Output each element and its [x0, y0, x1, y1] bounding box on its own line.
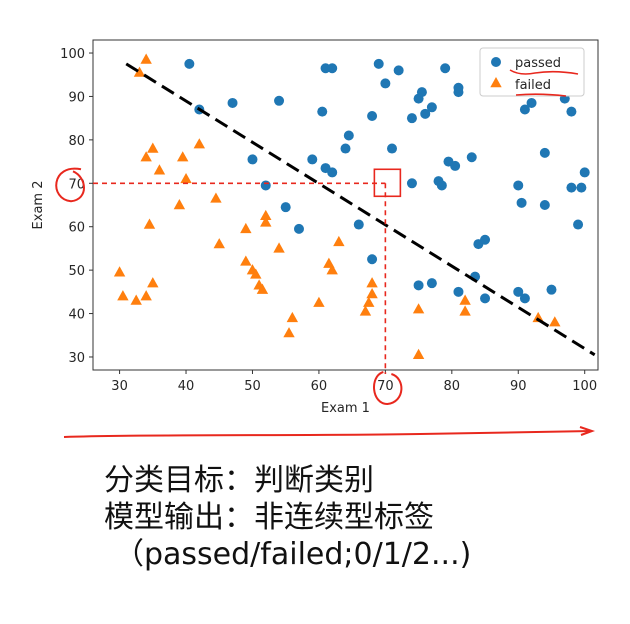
data-point-passed	[526, 97, 537, 108]
caption: 分类目标：判断类别 模型输出：非连续型标签 （passed/failed;0/1…	[104, 462, 471, 573]
y-tick-label: 90	[68, 90, 85, 105]
x-tick-label: 70	[377, 379, 394, 394]
data-point-passed	[367, 110, 378, 121]
caption-line-labels: （passed/failed;0/1/2...)	[114, 537, 472, 572]
y-tick-label: 80	[68, 134, 85, 149]
x-tick-label: 60	[311, 379, 328, 394]
data-point-passed	[343, 130, 354, 141]
y-tick-label: 30	[68, 351, 85, 366]
legend-label-failed: failed	[515, 78, 551, 93]
data-point-passed	[413, 280, 424, 291]
data-point-passed	[480, 293, 491, 304]
y-tick-label: 50	[68, 264, 85, 279]
data-point-passed	[566, 182, 577, 193]
data-point-passed	[539, 147, 550, 158]
data-point-passed	[436, 180, 447, 191]
data-point-passed	[579, 167, 590, 178]
data-point-passed	[480, 234, 491, 245]
data-point-passed	[317, 106, 328, 117]
data-point-passed	[453, 286, 464, 297]
data-point-passed	[247, 154, 258, 165]
x-axis-label: Exam 1	[321, 401, 370, 416]
data-point-passed	[453, 82, 464, 93]
scatter-chart: 30 40 50 60 70 80 90 10030405060708090100Exam 1…	[31, 39, 599, 438]
y-tick-label: 100	[60, 47, 85, 62]
data-point-passed	[416, 87, 427, 98]
x-tick-label: 80	[444, 379, 461, 394]
data-point-passed	[519, 293, 530, 304]
data-point-passed	[380, 78, 391, 89]
data-point-passed	[227, 97, 238, 108]
x-tick-label: 50	[244, 379, 261, 394]
y-tick-label: 60	[68, 221, 85, 236]
data-point-passed	[184, 58, 195, 69]
data-point-passed	[513, 180, 524, 191]
data-point-passed	[566, 106, 577, 117]
data-point-passed	[274, 95, 285, 106]
data-point-passed	[440, 63, 451, 74]
caption-line-goal: 分类目标：判断类别	[104, 463, 374, 498]
data-point-passed	[450, 160, 461, 171]
data-point-passed	[293, 223, 304, 234]
data-point-passed	[426, 102, 437, 113]
data-point-passed	[327, 63, 338, 74]
x-tick-label: 40	[178, 379, 195, 394]
data-point-passed	[573, 219, 584, 230]
data-point-passed	[576, 182, 587, 193]
data-point-passed	[260, 180, 271, 191]
data-point-passed	[340, 143, 351, 154]
data-point-passed	[406, 113, 417, 124]
handwritten-underline	[63, 426, 596, 438]
data-point-passed	[393, 65, 404, 76]
data-point-passed	[426, 278, 437, 289]
legend-marker-passed	[491, 57, 501, 67]
data-point-passed	[307, 154, 318, 165]
data-point-passed	[516, 197, 527, 208]
y-tick-label: 40	[68, 308, 85, 323]
data-point-passed	[546, 284, 557, 295]
data-point-passed	[466, 152, 477, 163]
data-point-passed	[406, 178, 417, 189]
data-point-passed	[367, 254, 378, 265]
data-point-passed	[539, 200, 550, 210]
caption-line-output: 模型输出：非连续型标签	[104, 500, 434, 535]
y-axis-label: Exam 2	[31, 181, 46, 230]
x-tick-label: 90	[510, 379, 527, 394]
data-point-passed	[280, 202, 291, 213]
data-point-passed	[387, 143, 398, 154]
data-point-passed	[353, 219, 364, 230]
data-point-passed	[373, 58, 384, 69]
x-tick-label: 30	[111, 379, 128, 394]
x-tick-label: 100	[572, 379, 597, 394]
data-point-passed	[327, 167, 338, 178]
legend-label-passed: passed	[515, 56, 561, 71]
